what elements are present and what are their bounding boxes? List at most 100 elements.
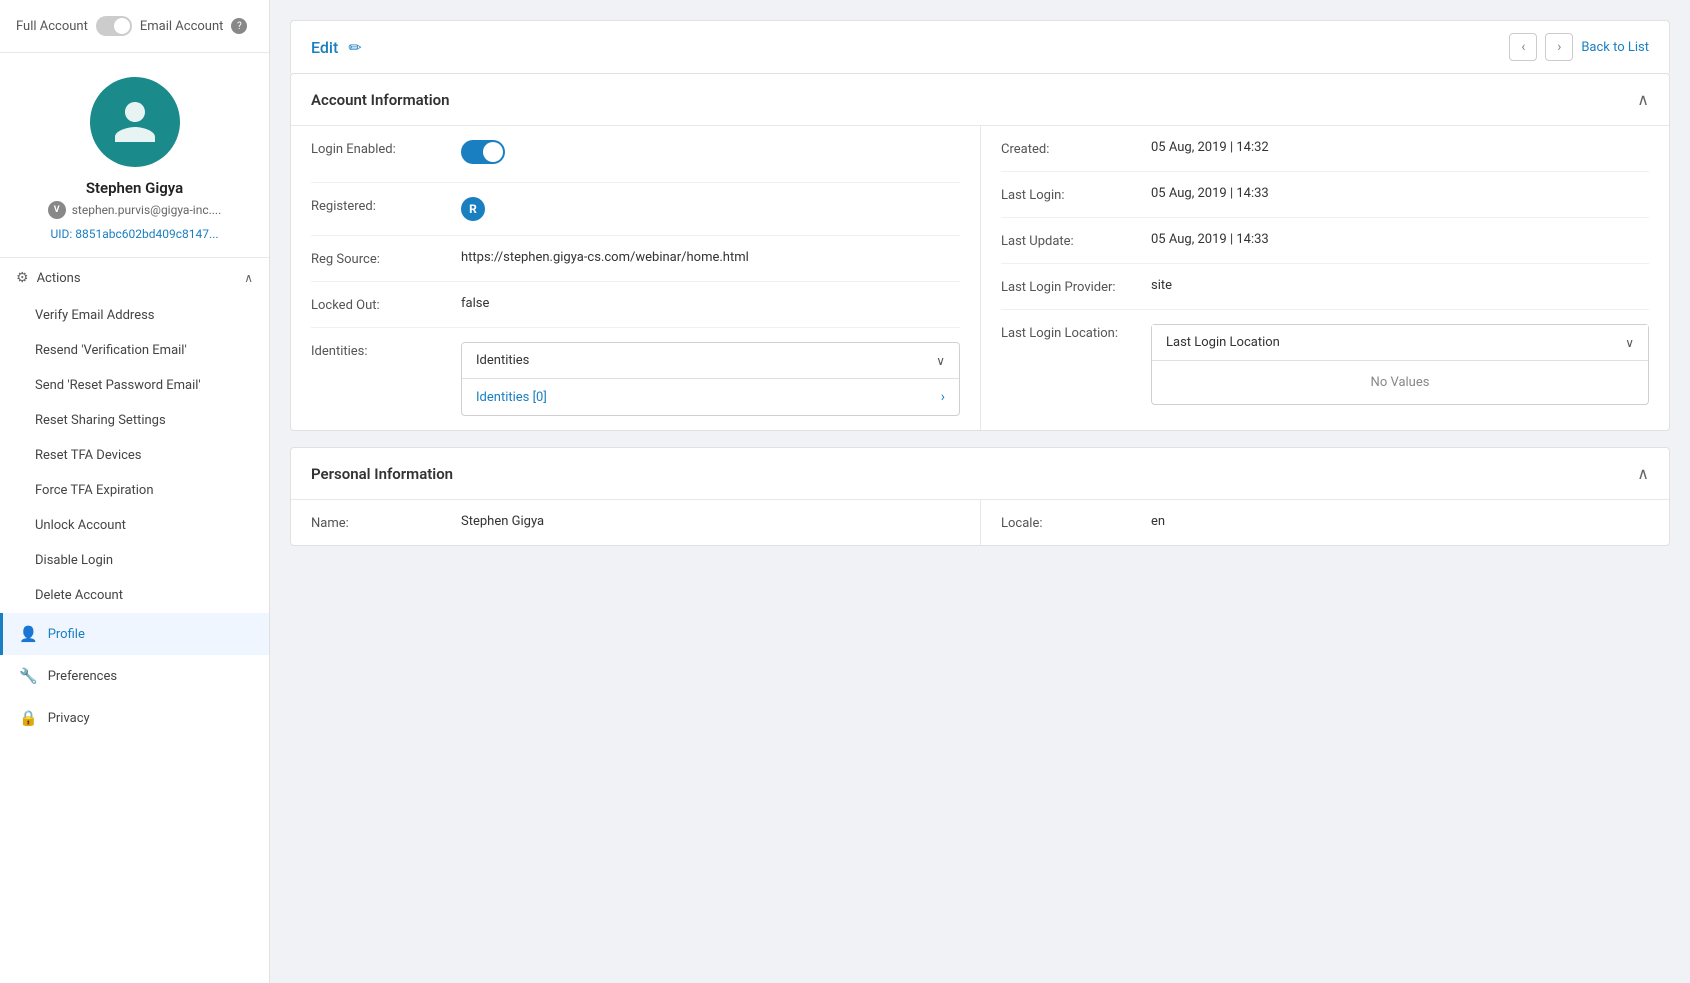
actions-label: Actions	[37, 271, 81, 286]
identities-item-chevron-icon: ›	[941, 389, 945, 405]
sidebar-item-profile[interactable]: 👤 Profile	[0, 613, 269, 655]
identities-chevron-icon: ∨	[936, 354, 945, 368]
identities-dropdown: Identities ∨ Identities [0] ›	[461, 342, 960, 416]
uid-label: UID:	[50, 227, 72, 241]
login-enabled-label: Login Enabled:	[311, 140, 461, 157]
sidebar-item-unlock-account[interactable]: Unlock Account	[0, 508, 269, 543]
last-update-row: Last Update: 05 Aug, 2019 | 14:33	[1001, 218, 1649, 264]
personal-info-left: Name: Stephen Gigya	[291, 500, 980, 545]
identities-label: Identities:	[311, 342, 461, 359]
sidebar-item-reset-password[interactable]: Send 'Reset Password Email'	[0, 368, 269, 403]
sidebar: Full Account Email Account ? Stephen Gig…	[0, 0, 270, 983]
user-email: stephen.purvis@gigya-inc....	[72, 203, 222, 217]
name-row: Name: Stephen Gigya	[311, 500, 960, 545]
created-row: Created: 05 Aug, 2019 | 14:32	[1001, 126, 1649, 172]
identities-dropdown-header[interactable]: Identities ∨	[462, 343, 959, 379]
gear-icon: ⚙	[16, 270, 29, 286]
sidebar-item-reset-tfa[interactable]: Reset TFA Devices	[0, 438, 269, 473]
locked-out-row: Locked Out: false	[311, 282, 960, 328]
edit-right: ‹ › Back to List	[1509, 33, 1649, 61]
personal-info-collapse-icon[interactable]: ∧	[1637, 464, 1649, 483]
location-dropdown: Last Login Location ∨ No Values	[1151, 324, 1649, 405]
account-toggle-switch[interactable]	[96, 16, 132, 36]
profile-label: Profile	[48, 627, 85, 642]
last-login-location-value: Last Login Location ∨ No Values	[1151, 324, 1649, 405]
last-login-row: Last Login: 05 Aug, 2019 | 14:33	[1001, 172, 1649, 218]
actions-chevron-icon: ∧	[244, 271, 253, 285]
name-label: Name:	[311, 514, 461, 531]
last-login-value: 05 Aug, 2019 | 14:33	[1151, 186, 1649, 201]
user-icon	[110, 97, 160, 147]
personal-info-header[interactable]: Personal Information ∧	[291, 448, 1669, 500]
last-login-provider-label: Last Login Provider:	[1001, 278, 1151, 295]
location-dropdown-label: Last Login Location	[1166, 335, 1280, 350]
account-info-collapse-icon[interactable]: ∧	[1637, 90, 1649, 109]
user-name: Stephen Gigya	[86, 179, 183, 197]
sidebar-item-force-tfa[interactable]: Force TFA Expiration	[0, 473, 269, 508]
verified-badge: V	[48, 201, 66, 219]
next-arrow[interactable]: ›	[1545, 33, 1573, 61]
personal-info-right: Locale: en	[980, 500, 1669, 545]
avatar	[90, 77, 180, 167]
registered-badge: R	[461, 197, 485, 221]
login-enabled-row: Login Enabled:	[311, 126, 960, 183]
location-dropdown-header[interactable]: Last Login Location ∨	[1152, 325, 1648, 361]
prev-arrow[interactable]: ‹	[1509, 33, 1537, 61]
account-info-grid: Login Enabled: Registered: R	[291, 126, 1669, 430]
sidebar-item-resend-verification[interactable]: Resend 'Verification Email'	[0, 333, 269, 368]
sidebar-item-verify-email[interactable]: Verify Email Address	[0, 298, 269, 333]
actions-header[interactable]: ⚙ Actions ∧	[0, 258, 269, 298]
identities-value: Identities ∨ Identities [0] ›	[461, 342, 960, 416]
identities-row: Identities: Identities ∨ Identities [0]	[311, 328, 960, 430]
edit-left: Edit ✏	[311, 38, 362, 57]
locked-out-label: Locked Out:	[311, 296, 461, 313]
profile-icon: 👤	[19, 625, 38, 643]
sidebar-item-delete-account[interactable]: Delete Account	[0, 578, 269, 613]
last-update-value: 05 Aug, 2019 | 14:33	[1151, 232, 1649, 247]
privacy-icon: 🔒	[19, 709, 38, 727]
user-profile-section: Stephen Gigya V stephen.purvis@gigya-inc…	[0, 53, 269, 257]
account-info-body: Login Enabled: Registered: R	[291, 126, 1669, 430]
registered-value: R	[461, 197, 960, 221]
back-to-list-link[interactable]: Back to List	[1581, 40, 1649, 55]
actions-menu: Verify Email Address Resend 'Verificatio…	[0, 298, 269, 613]
sidebar-item-preferences[interactable]: 🔧 Preferences	[0, 655, 269, 697]
email-account-label: Email Account	[140, 19, 224, 34]
login-enabled-toggle[interactable]	[461, 140, 505, 164]
name-value: Stephen Gigya	[461, 514, 960, 529]
pencil-icon[interactable]: ✏	[348, 38, 361, 57]
identities-item-0[interactable]: Identities [0] ›	[462, 379, 959, 415]
user-uid-row: UID: 8851abc602bd409c8147...	[50, 227, 218, 241]
last-update-label: Last Update:	[1001, 232, 1151, 249]
registered-row: Registered: R	[311, 183, 960, 236]
personal-information-section: Personal Information ∧ Name: Stephen Gig…	[290, 447, 1670, 546]
user-email-row: V stephen.purvis@gigya-inc....	[48, 201, 222, 219]
last-login-location-row: Last Login Location: Last Login Location…	[1001, 310, 1649, 419]
last-login-provider-value: site	[1151, 278, 1649, 293]
account-info-header[interactable]: Account Information ∧	[291, 74, 1669, 126]
edit-bar: Edit ✏ ‹ › Back to List	[290, 20, 1670, 73]
preferences-label: Preferences	[48, 669, 117, 684]
privacy-label: Privacy	[48, 711, 90, 726]
identities-item-label: Identities [0]	[476, 390, 547, 405]
locale-row: Locale: en	[1001, 500, 1649, 545]
sidebar-item-privacy[interactable]: 🔒 Privacy	[0, 697, 269, 739]
personal-info-title: Personal Information	[311, 465, 453, 483]
reg-source-label: Reg Source:	[311, 250, 461, 267]
last-login-label: Last Login:	[1001, 186, 1151, 203]
last-login-provider-row: Last Login Provider: site	[1001, 264, 1649, 310]
help-icon[interactable]: ?	[231, 18, 247, 34]
sidebar-item-reset-sharing[interactable]: Reset Sharing Settings	[0, 403, 269, 438]
location-no-values: No Values	[1152, 361, 1648, 404]
main-content: Edit ✏ ‹ › Back to List Account Informat…	[270, 0, 1690, 983]
account-info-right: Created: 05 Aug, 2019 | 14:32 Last Login…	[980, 126, 1669, 430]
personal-info-body: Name: Stephen Gigya Locale: en	[291, 500, 1669, 545]
created-value: 05 Aug, 2019 | 14:32	[1151, 140, 1649, 155]
uid-value[interactable]: 8851abc602bd409c8147...	[75, 227, 218, 241]
sidebar-item-disable-login[interactable]: Disable Login	[0, 543, 269, 578]
preferences-icon: 🔧	[19, 667, 38, 685]
account-toggle-section: Full Account Email Account ?	[0, 0, 269, 53]
locked-out-value: false	[461, 296, 960, 311]
edit-label[interactable]: Edit	[311, 38, 338, 57]
registered-label: Registered:	[311, 197, 461, 214]
